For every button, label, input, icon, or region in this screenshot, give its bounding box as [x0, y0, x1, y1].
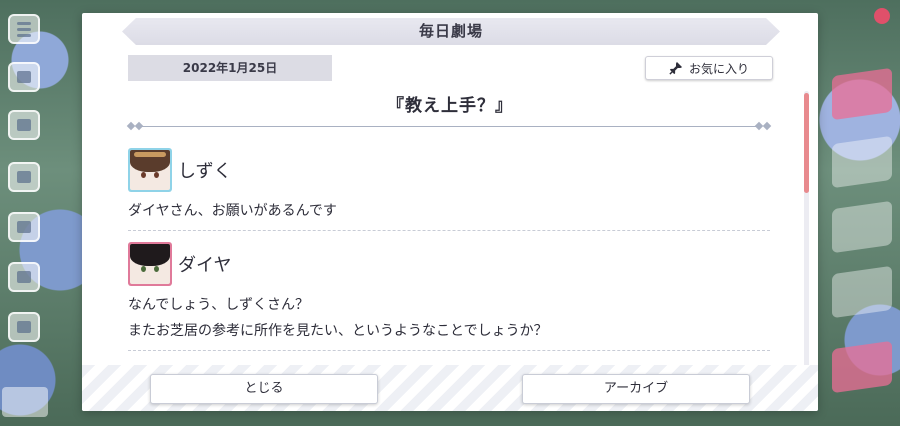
menu-tile[interactable]	[832, 340, 892, 394]
fullscreen-icon[interactable]	[8, 312, 40, 342]
pushpin-icon	[669, 61, 683, 75]
gift-box-icon[interactable]	[8, 162, 40, 192]
present-icon[interactable]	[8, 110, 40, 140]
dialogue-entry: しずく ダイヤさん、お願いがあるんです	[128, 148, 770, 231]
plus-icon[interactable]	[874, 8, 890, 24]
entry-divider	[128, 230, 770, 231]
close-button[interactable]: とじる	[150, 374, 378, 404]
speaker-name: ダイヤ	[178, 255, 232, 276]
speaker-name: しずく	[178, 161, 232, 182]
favorite-button[interactable]: お気に入り	[645, 56, 773, 80]
dia-avatar	[128, 242, 172, 286]
dialogue-entry: ダイヤ なんでしょう、しずくさん？ またお芝居の参考に所作を見たい、というような…	[128, 242, 770, 351]
side-label-button[interactable]	[2, 387, 48, 417]
speaker-row: ダイヤ	[128, 242, 770, 286]
left-menu-rail	[0, 0, 50, 426]
scrollbar-thumb[interactable]	[804, 93, 809, 193]
chat-icon[interactable]	[8, 62, 40, 92]
title-divider	[126, 121, 772, 131]
hamburger-menu-icon[interactable]	[8, 14, 40, 44]
daily-theater-dialog: 毎日劇場 2022年1月25日 お気に入り 『教え上手？』 しずく ダイヤさん、…	[82, 13, 818, 411]
entry-divider	[128, 350, 770, 351]
dialogue-line: なんでしょう、しずくさん？	[128, 297, 310, 313]
menu-tile[interactable]	[832, 135, 892, 189]
shizuku-avatar	[128, 148, 172, 192]
screen-icon[interactable]	[8, 212, 40, 242]
menu-tile[interactable]	[832, 200, 892, 254]
story-title: 『教え上手？』	[387, 96, 513, 116]
dialog-title: 毎日劇場	[418, 22, 483, 40]
date-label: 2022年1月25日	[128, 55, 332, 81]
watering-can-icon[interactable]	[8, 262, 40, 292]
favorite-label: お気に入り	[688, 61, 749, 76]
right-menu-rail	[818, 0, 900, 426]
dialog-title-bar: 毎日劇場	[122, 18, 780, 45]
speaker-row: しずく	[128, 148, 770, 192]
menu-tile[interactable]	[832, 265, 892, 319]
dialogue-line: ダイヤさん、お願いがあるんです	[128, 203, 337, 219]
menu-tile[interactable]	[832, 67, 892, 121]
dialogue-line: またお芝居の参考に所作を見たい、というようなことでしょうか？	[128, 323, 548, 339]
archive-button[interactable]: アーカイブ	[522, 374, 750, 404]
